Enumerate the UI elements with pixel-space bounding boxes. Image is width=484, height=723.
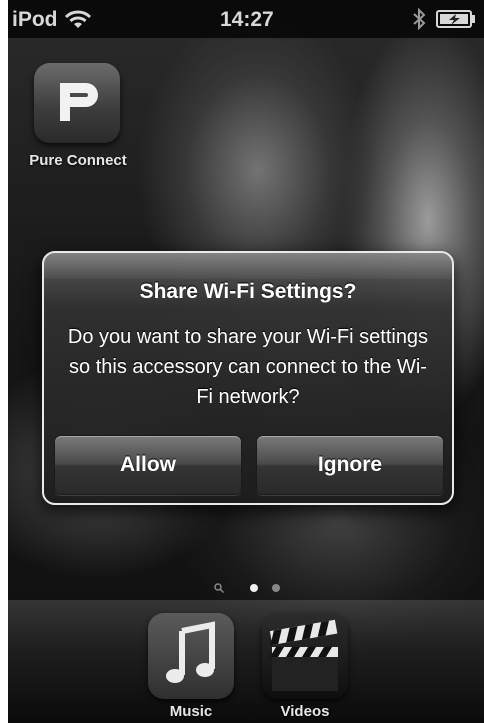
ignore-button[interactable]: Ignore <box>256 435 444 495</box>
page-indicator[interactable] <box>208 580 288 596</box>
wifi-icon <box>64 10 92 28</box>
music-app[interactable] <box>148 613 234 699</box>
pure-connect-app[interactable] <box>34 63 120 143</box>
clapperboard-icon <box>269 619 338 691</box>
home-screen: iPod 14:27 Pure Connect Music Videos Sha… <box>8 0 484 723</box>
alert-title: Share Wi-Fi Settings? <box>139 280 357 303</box>
battery-charging-icon <box>436 10 475 28</box>
videos-label: Videos <box>280 703 330 720</box>
alert-message: Do you want to share your Wi-Fi settings… <box>67 326 429 408</box>
music-label: Music <box>169 703 213 720</box>
status-bar: iPod 14:27 <box>8 0 484 38</box>
pure-connect-label: Pure Connect <box>29 152 127 169</box>
dock <box>8 600 484 723</box>
music-note-icon <box>166 621 215 683</box>
pure-connect-icon <box>60 83 98 121</box>
share-wifi-alert: Share Wi-Fi Settings? Do you want to sha… <box>42 251 454 505</box>
spotlight-search-icon <box>214 583 224 593</box>
carrier-label: iPod <box>12 8 58 31</box>
status-time: 14:27 <box>220 8 274 31</box>
videos-app[interactable] <box>262 613 348 699</box>
allow-button[interactable]: Allow <box>54 435 242 495</box>
page-dot-active <box>250 584 258 592</box>
page-dot <box>272 584 280 592</box>
bluetooth-icon <box>413 8 426 30</box>
alert-gloss <box>44 253 452 279</box>
